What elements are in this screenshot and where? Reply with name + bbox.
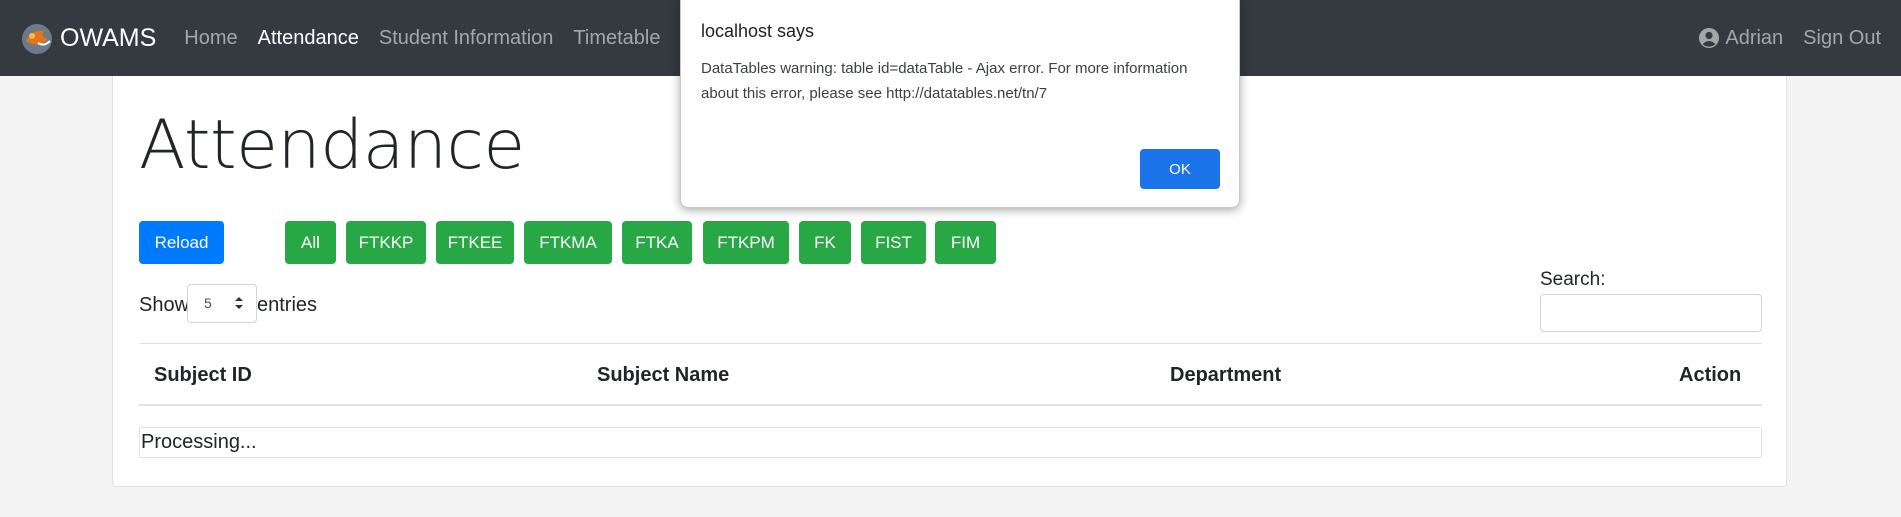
nav-attendance[interactable]: Attendance	[258, 27, 359, 50]
column-header-department[interactable]: Department	[1170, 364, 1281, 387]
nav-home[interactable]: Home	[184, 27, 237, 50]
sort-arrows-icon	[235, 297, 243, 309]
search-label: Search:	[1540, 269, 1606, 290]
nav-timetable[interactable]: Timetable	[573, 27, 660, 50]
search-input[interactable]	[1540, 294, 1762, 332]
filter-fist-button[interactable]: FIST	[861, 221, 926, 264]
filter-ftka-button[interactable]: FTKA	[622, 221, 692, 264]
table-header-divider	[139, 404, 1762, 406]
user-name: Adrian	[1725, 26, 1784, 49]
entries-length-value: 5	[204, 295, 212, 311]
dialog-ok-button[interactable]: OK	[1140, 149, 1220, 189]
filter-fim-button[interactable]: FIM	[935, 221, 996, 264]
filter-ftkkp-button[interactable]: FTKKP	[346, 221, 426, 264]
filter-ftkpm-button[interactable]: FTKPM	[703, 221, 789, 264]
navbar-right: Adrian Sign Out	[1699, 0, 1901, 76]
processing-indicator: Processing...	[139, 427, 1762, 458]
column-header-subject-name[interactable]: Subject Name	[597, 364, 729, 387]
filter-ftkma-button[interactable]: FTKMA	[524, 221, 612, 264]
dialog-title: localhost says	[701, 21, 815, 41]
column-header-action[interactable]: Action	[1679, 364, 1741, 387]
page-title: Attendance	[139, 106, 525, 185]
entries-length-select[interactable]: 5	[187, 284, 257, 323]
owams-logo-icon	[22, 24, 52, 54]
filter-all-button[interactable]: All	[285, 221, 336, 264]
filter-ftkee-button[interactable]: FTKEE	[436, 221, 514, 264]
filter-fk-button[interactable]: FK	[799, 221, 851, 264]
user-menu[interactable]: Adrian	[1699, 27, 1783, 50]
reload-button[interactable]: Reload	[139, 221, 224, 264]
sign-out-link[interactable]: Sign Out	[1803, 27, 1881, 50]
brand-name: OWAMS	[60, 23, 157, 52]
dialog-message: DataTables warning: table id=dataTable -…	[701, 60, 1188, 102]
show-label: Show	[139, 294, 190, 316]
nav-student-information[interactable]: Student Information	[379, 27, 554, 50]
column-header-subject-id[interactable]: Subject ID	[154, 364, 252, 387]
user-circle-icon	[1699, 28, 1720, 48]
alert-dialog: localhost says DataTables warning: table…	[680, 0, 1240, 208]
entries-label: entries	[257, 294, 318, 316]
table-top-border	[139, 343, 1762, 344]
brand[interactable]: OWAMS	[18, 19, 184, 57]
